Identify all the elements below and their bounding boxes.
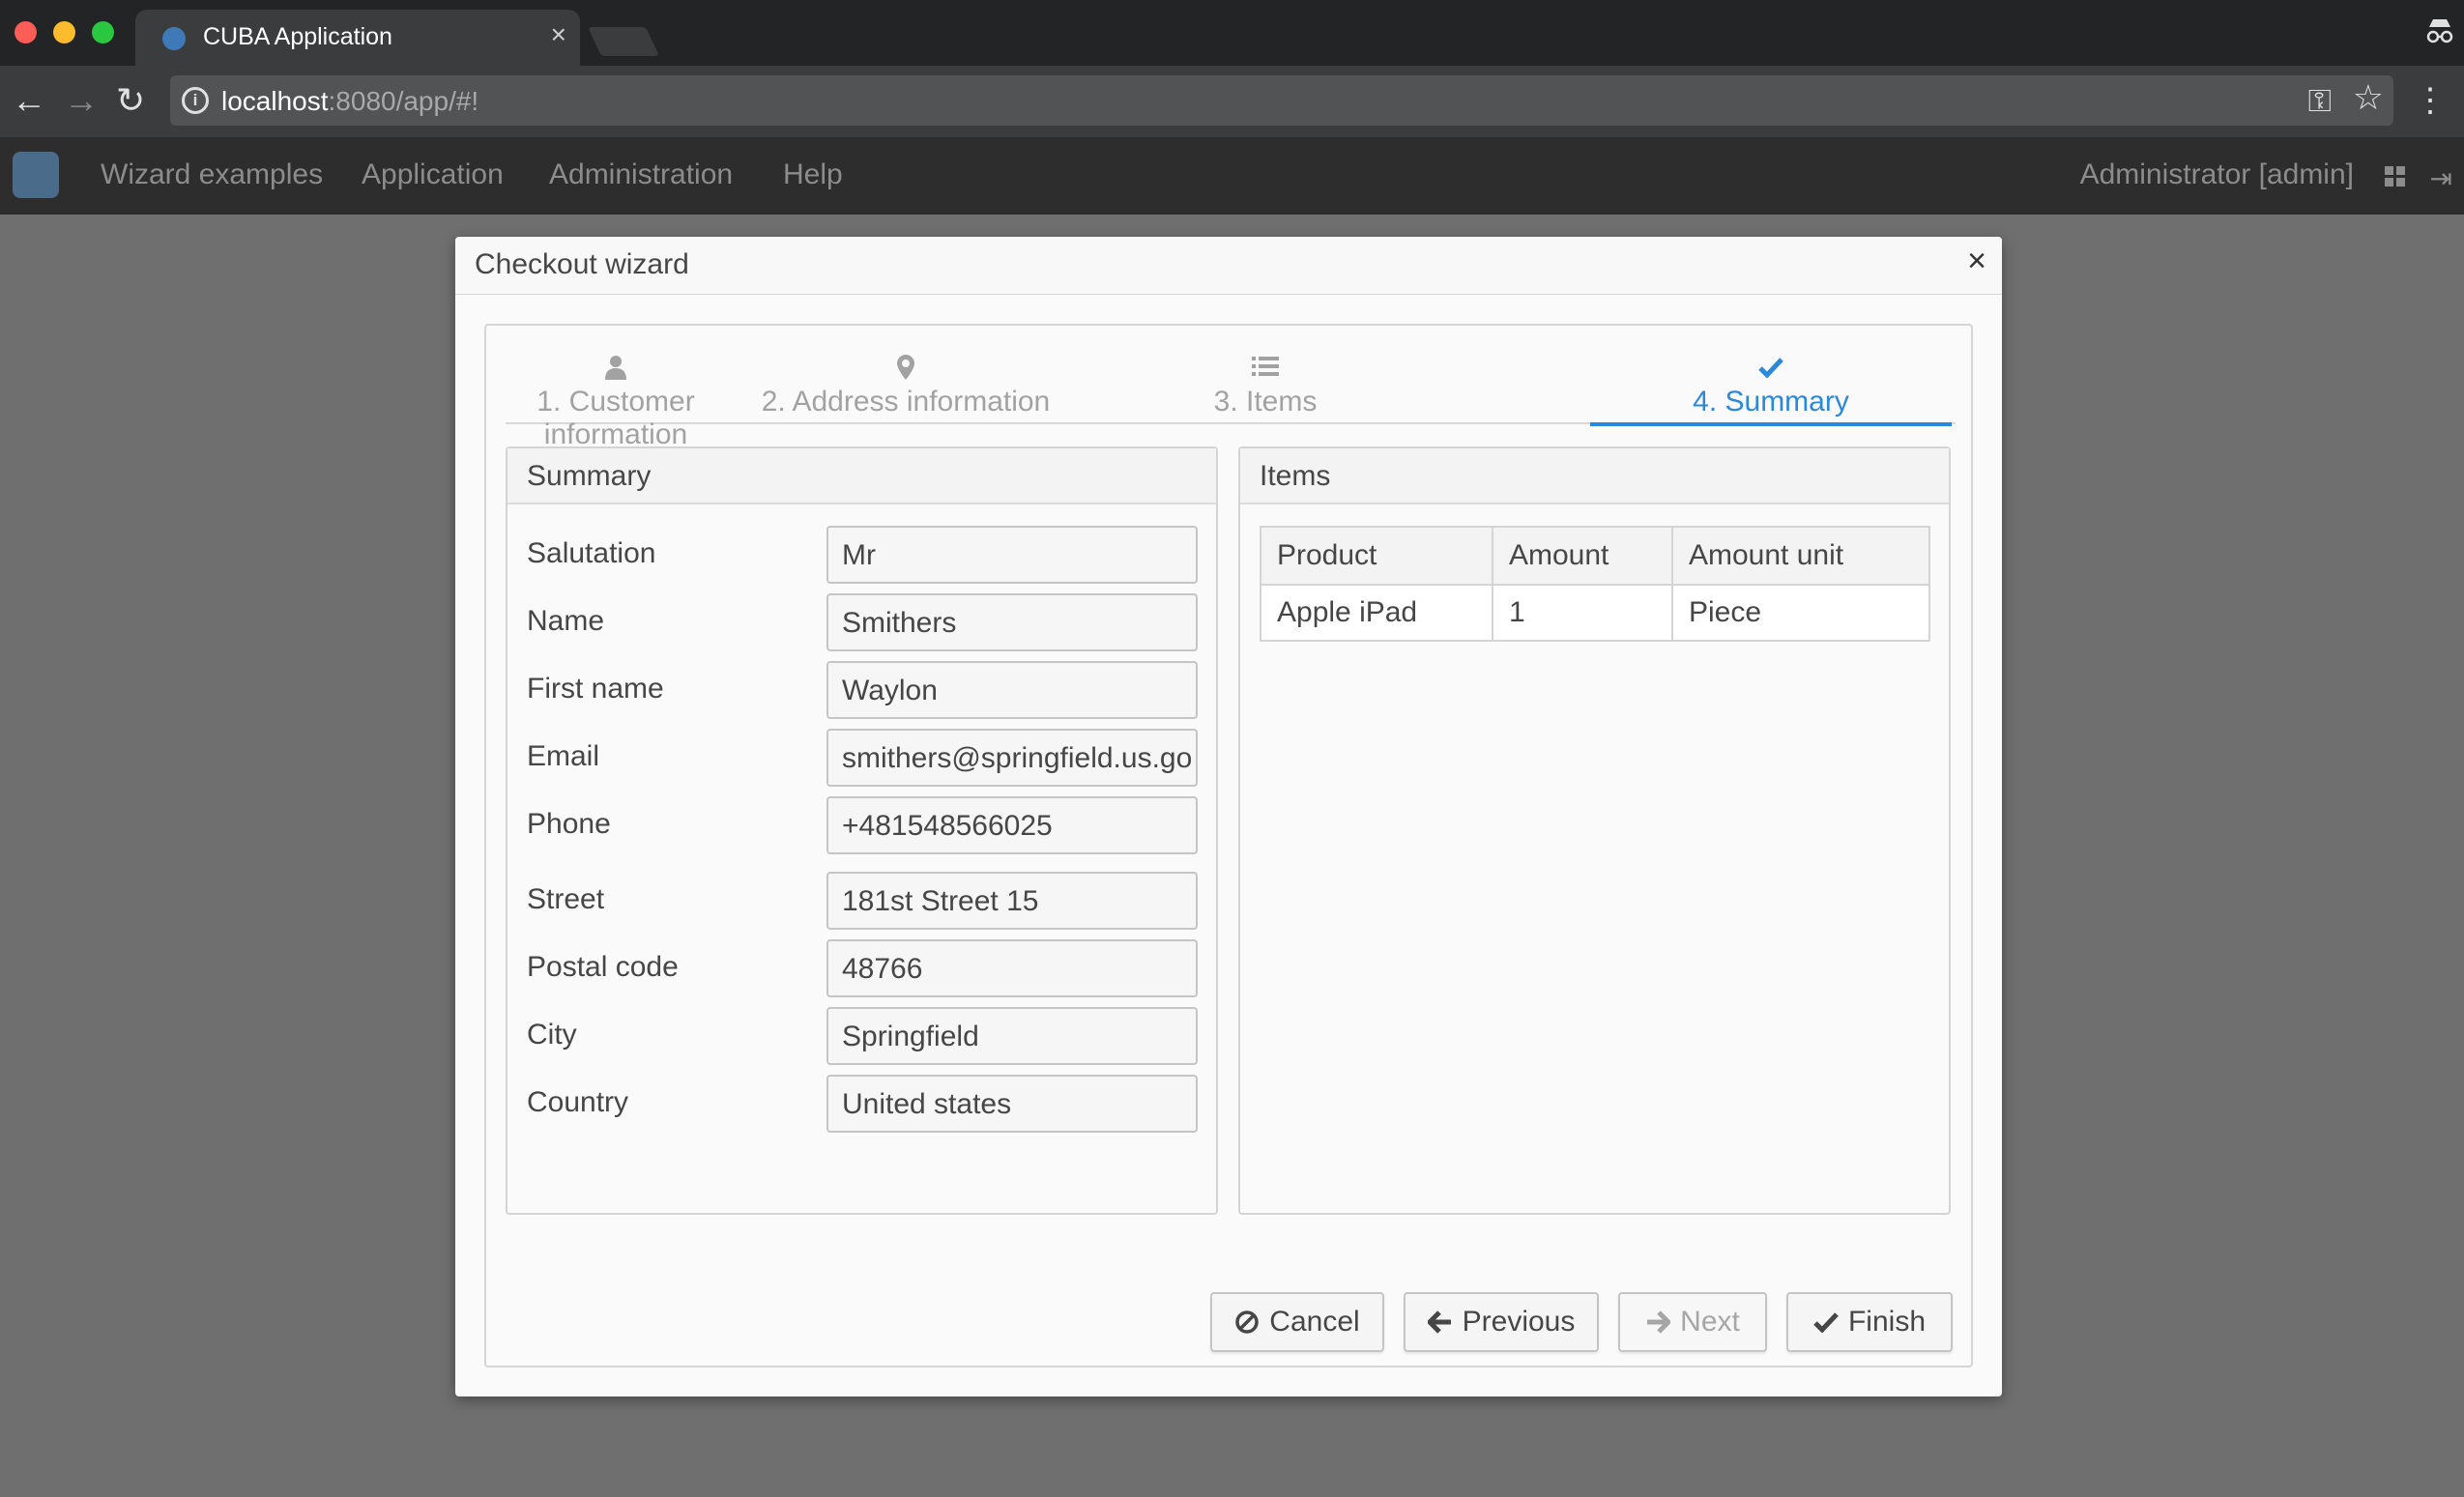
items-table: Product Amount Amount unit Apple iPad 1 … xyxy=(1260,526,1930,642)
favicon-icon xyxy=(162,27,186,50)
app-menubar: Wizard examples Application Administrati… xyxy=(0,137,2464,215)
phone-field[interactable]: +481548566025 xyxy=(826,796,1198,854)
menu-wizard-examples[interactable]: Wizard examples xyxy=(101,158,323,191)
url-text[interactable]: localhost:8080/app/#! xyxy=(221,86,478,117)
tab-title: CUBA Application xyxy=(203,23,392,50)
arrow-left-icon xyxy=(1427,1310,1451,1334)
browser-toolbar: ← → ↻ i localhost:8080/app/#! ⚿ ☆ ⋮ xyxy=(0,66,2464,137)
current-user[interactable]: Administrator [admin] xyxy=(2080,158,2354,191)
street-label: Street xyxy=(527,883,605,915)
column-product[interactable]: Product xyxy=(1260,526,1493,586)
menu-administration[interactable]: Administration xyxy=(549,158,733,191)
form-row-salutation: Salutation Mr xyxy=(527,526,1203,584)
column-amount-unit[interactable]: Amount unit xyxy=(1671,526,1930,586)
minimize-window-button[interactable] xyxy=(53,21,75,43)
next-label: Next xyxy=(1680,1306,1740,1338)
step-label: 2. Address information xyxy=(761,386,1051,417)
step-label: 3. Items xyxy=(1213,386,1318,417)
step-label: 1. Customer information xyxy=(536,386,695,450)
address-bar[interactable]: i localhost:8080/app/#! ⚿ ☆ xyxy=(170,75,2393,126)
finish-label: Finish xyxy=(1847,1306,1927,1338)
table-row[interactable]: Apple iPad 1 Piece xyxy=(1260,584,1930,642)
phone-label: Phone xyxy=(527,808,611,840)
map-marker-icon xyxy=(734,355,1078,384)
app-logo-icon xyxy=(13,152,59,198)
list-icon xyxy=(1086,355,1445,384)
step-address-information[interactable]: 2. Address information xyxy=(734,345,1078,424)
menu-application[interactable]: Application xyxy=(362,158,504,191)
name-field[interactable]: Smithers xyxy=(826,593,1198,651)
city-field[interactable]: Springfield xyxy=(826,1007,1198,1065)
form-row-postal-code: Postal code 48766 xyxy=(527,939,1203,997)
step-summary[interactable]: 4. Summary xyxy=(1590,345,1952,426)
cell-amount-unit: Piece xyxy=(1671,584,1930,642)
logout-icon[interactable]: ⇥ xyxy=(2430,162,2452,194)
info-icon[interactable]: i xyxy=(182,87,209,114)
form-row-name: Name Smithers xyxy=(527,593,1203,651)
street-field[interactable]: 181st Street 15 xyxy=(826,872,1198,930)
form-row-email: Email smithers@springfield.us.go xyxy=(527,729,1203,787)
wizard-container: 1. Customer information 2. Address infor… xyxy=(484,324,1973,1367)
browser-menu-icon[interactable]: ⋮ xyxy=(2414,81,2447,120)
ban-icon xyxy=(1235,1310,1260,1334)
close-window-button[interactable] xyxy=(14,21,37,43)
browser-titlebar: CUBA Application × xyxy=(0,0,2464,66)
wizard-steps: 1. Customer information 2. Address infor… xyxy=(506,345,1956,450)
country-label: Country xyxy=(527,1086,629,1118)
tab-close-icon[interactable]: × xyxy=(551,19,566,50)
items-panel: Items Product Amount Amount unit Apple i… xyxy=(1238,446,1951,1215)
key-icon[interactable]: ⚿ xyxy=(2308,83,2332,120)
forward-arrow-icon[interactable]: → xyxy=(64,79,99,122)
form-row-city: City Springfield xyxy=(527,1007,1203,1065)
table-header-row: Product Amount Amount unit xyxy=(1260,526,1930,586)
summary-panel-title: Summary xyxy=(507,448,1216,504)
first-name-label: First name xyxy=(527,673,664,705)
user-icon xyxy=(506,355,726,384)
maximize-window-button[interactable] xyxy=(92,21,114,43)
bookmark-star-icon[interactable]: ☆ xyxy=(2353,77,2384,118)
dialog-close-icon[interactable]: × xyxy=(1967,243,1986,280)
cell-amount: 1 xyxy=(1492,584,1673,642)
next-button[interactable]: Next xyxy=(1618,1292,1767,1352)
checkout-wizard-dialog: Checkout wizard × 1. Customer informatio… xyxy=(455,237,2002,1396)
cell-product: Apple iPad xyxy=(1260,584,1493,642)
incognito-icon xyxy=(2426,19,2453,43)
arrow-right-icon xyxy=(1647,1310,1671,1334)
previous-label: Previous xyxy=(1462,1306,1576,1338)
first-name-field[interactable]: Waylon xyxy=(826,661,1198,719)
column-amount[interactable]: Amount xyxy=(1492,526,1673,586)
form-row-country: Country United states xyxy=(527,1075,1203,1133)
form-row-street: Street 181st Street 15 xyxy=(527,872,1203,930)
finish-button[interactable]: Finish xyxy=(1786,1292,1953,1352)
postal-code-field[interactable]: 48766 xyxy=(826,939,1198,997)
menu-help[interactable]: Help xyxy=(783,158,843,191)
items-panel-title: Items xyxy=(1240,448,1949,504)
step-items[interactable]: 3. Items xyxy=(1086,345,1445,424)
cancel-button[interactable]: Cancel xyxy=(1210,1292,1384,1352)
browser-tab[interactable]: CUBA Application × xyxy=(135,10,580,66)
back-arrow-icon[interactable]: ← xyxy=(12,79,46,122)
form-row-first-name: First name Waylon xyxy=(527,661,1203,719)
dialog-header: Checkout wizard × xyxy=(455,237,2002,295)
check-icon xyxy=(1590,355,1952,384)
city-label: City xyxy=(527,1019,577,1051)
name-label: Name xyxy=(527,605,605,637)
country-field[interactable]: United states xyxy=(826,1075,1198,1133)
reload-icon[interactable]: ↻ xyxy=(116,79,145,122)
app-grid-icon[interactable] xyxy=(2385,166,2406,187)
salutation-field[interactable]: Mr xyxy=(826,526,1198,584)
email-label: Email xyxy=(527,740,600,772)
cancel-label: Cancel xyxy=(1269,1306,1360,1338)
email-field[interactable]: smithers@springfield.us.go xyxy=(826,729,1198,787)
dialog-title: Checkout wizard xyxy=(475,248,689,280)
form-row-phone: Phone +481548566025 xyxy=(527,796,1203,854)
step-label: 4. Summary xyxy=(1693,386,1849,417)
step-customer-information[interactable]: 1. Customer information xyxy=(506,345,726,450)
new-tab-button[interactable] xyxy=(588,27,659,56)
summary-panel: Summary Salutation Mr Name Smithers Firs… xyxy=(506,446,1218,1215)
previous-button[interactable]: Previous xyxy=(1404,1292,1599,1352)
postal-code-label: Postal code xyxy=(527,951,679,983)
check-icon xyxy=(1813,1312,1839,1333)
salutation-label: Salutation xyxy=(527,537,656,569)
